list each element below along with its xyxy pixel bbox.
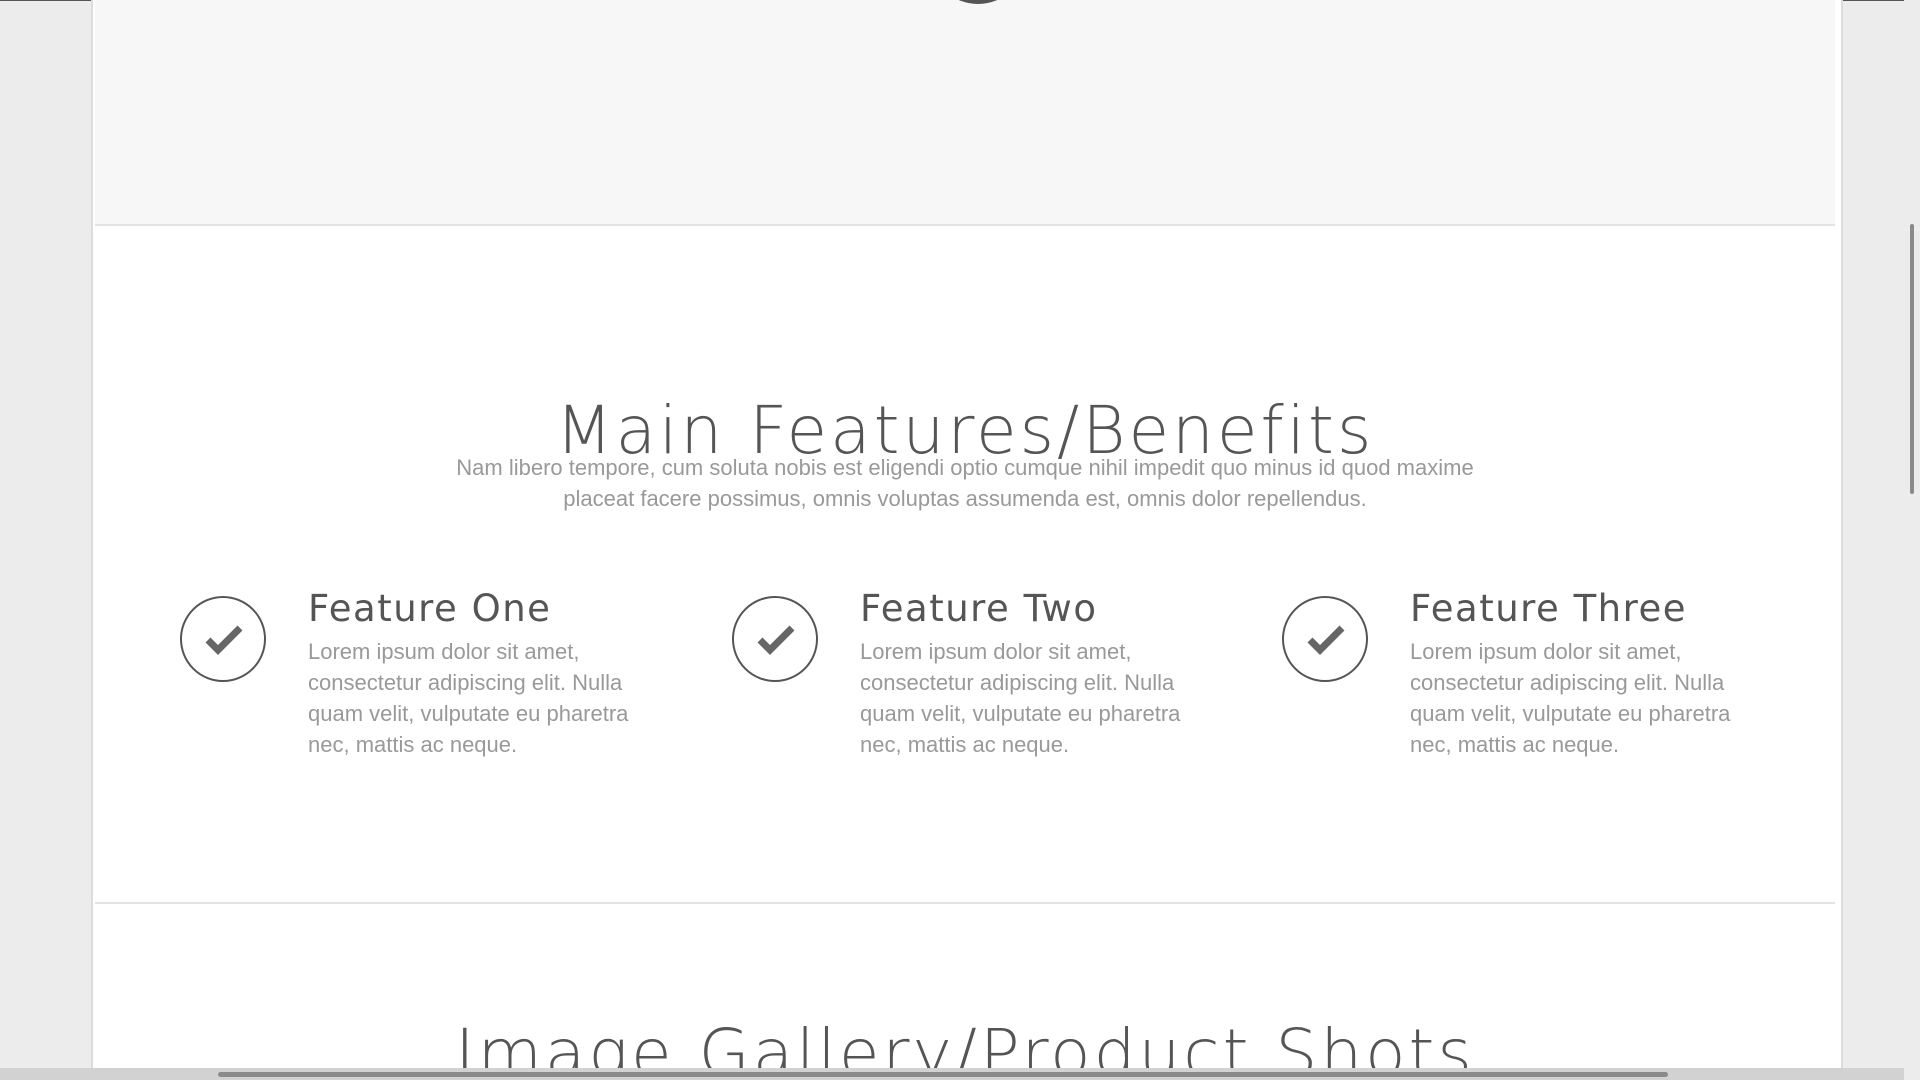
check-circle-icon	[1282, 596, 1368, 682]
horizontal-scrollbar-thumb[interactable]	[218, 1072, 1668, 1077]
gallery-section: Image Gallery/Product Shots	[95, 904, 1835, 1080]
check-circle-icon	[732, 596, 818, 682]
horizontal-scrollbar[interactable]	[0, 1068, 1904, 1080]
vertical-scrollbar-thumb[interactable]	[1910, 224, 1914, 494]
feature-title: Feature Three	[1410, 587, 1688, 630]
vertical-scrollbar[interactable]	[1904, 0, 1920, 1080]
features-section: Main Features/Benefits Nam libero tempor…	[95, 226, 1835, 904]
page-container: Main Features/Benefits Nam libero tempor…	[91, 0, 1843, 1080]
previous-section	[95, 0, 1835, 226]
partial-circle-icon	[952, 0, 1004, 4]
browser-viewport: Main Features/Benefits Nam libero tempor…	[0, 0, 1920, 1080]
feature-item-three: Feature Three Lorem ipsum dolor sit amet…	[1282, 586, 1802, 786]
feature-title: Feature Two	[860, 587, 1098, 630]
features-description: Nam libero tempore, cum soluta nobis est…	[456, 455, 1474, 511]
check-circle-icon	[180, 596, 266, 682]
feature-text: Lorem ipsum dolor sit amet, consectetur …	[308, 639, 629, 757]
feature-text: Lorem ipsum dolor sit amet, consectetur …	[1410, 639, 1731, 757]
feature-text: Lorem ipsum dolor sit amet, consectetur …	[860, 639, 1181, 757]
feature-title: Feature One	[308, 587, 552, 630]
feature-item-two: Feature Two Lorem ipsum dolor sit amet, …	[732, 586, 1252, 786]
feature-item-one: Feature One Lorem ipsum dolor sit amet, …	[180, 586, 700, 786]
